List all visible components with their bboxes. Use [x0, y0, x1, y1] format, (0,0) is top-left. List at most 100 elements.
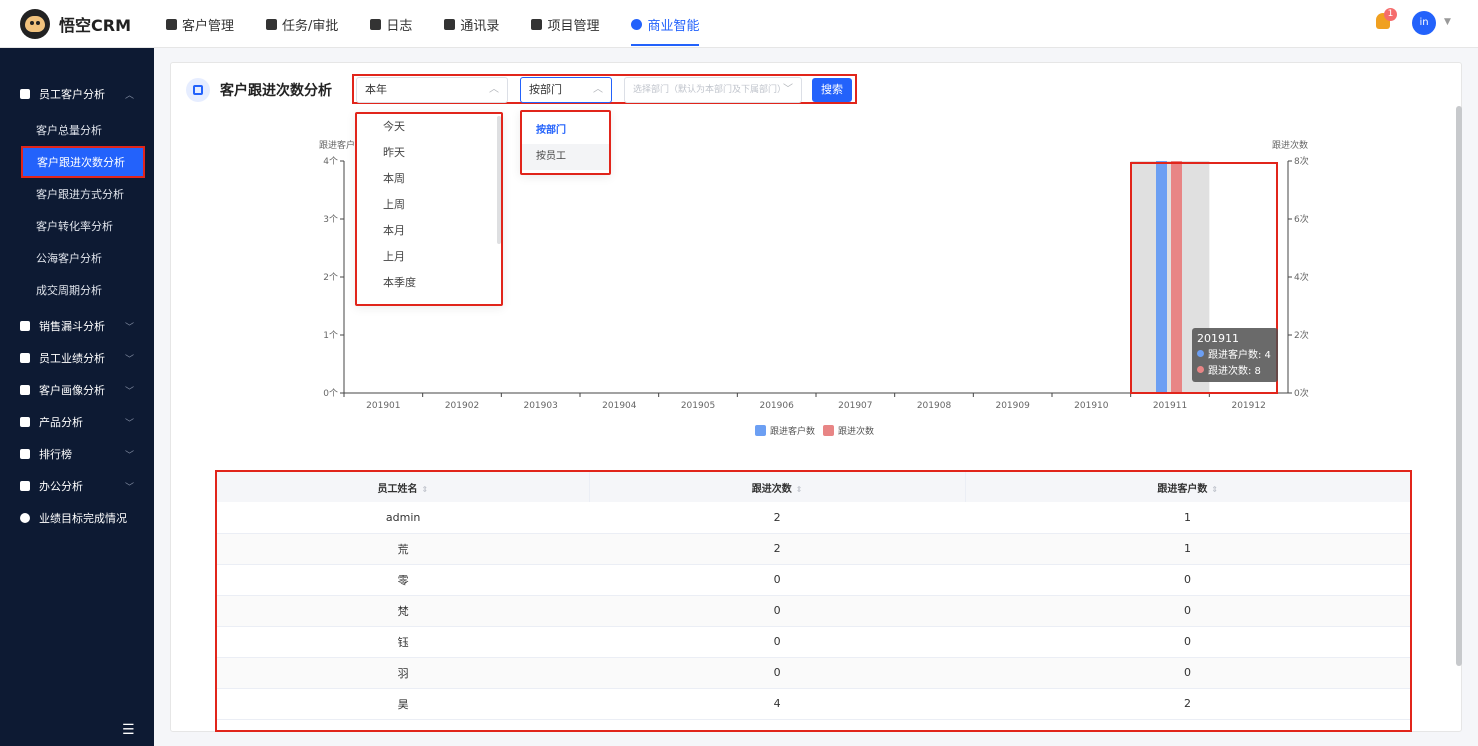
nav-business-intelligence[interactable]: 商业智能 [631, 0, 700, 48]
chevron-down-icon: ﹀ [124, 482, 134, 493]
department-select[interactable]: 选择部门（默认为本部门及下属部门） ﹀ [624, 77, 802, 103]
time-range-select[interactable]: 本年 ︿ [356, 77, 508, 103]
sidebar-group-label: 员工业绩分析 [39, 352, 105, 365]
time-option[interactable]: 昨天 [357, 140, 501, 166]
y-tick-label-right: 8次 [1294, 155, 1309, 167]
x-tick-label: 201902 [445, 401, 479, 411]
table-cell: 0 [589, 564, 966, 596]
chevron-down-icon: ﹀ [124, 418, 134, 429]
option-by-employee[interactable]: 按员工 [522, 144, 609, 170]
x-tick-label: 201909 [995, 401, 1030, 411]
scrollbar[interactable] [1456, 106, 1462, 666]
sidebar-item-customer-total[interactable]: 客户总量分析 [0, 114, 154, 146]
table-row[interactable]: 昊42 [217, 688, 1410, 720]
sidebar-group-product[interactable]: 产品分析 ﹀ [0, 406, 154, 438]
caret-down-icon[interactable]: ▼ [1444, 17, 1451, 27]
user-icon [20, 89, 30, 99]
sidebar-group-office[interactable]: 办公分析 ﹀ [0, 470, 154, 502]
time-option[interactable]: 今天 [357, 114, 501, 140]
x-tick-label: 201907 [838, 401, 872, 411]
tooltip-title: 201911 [1197, 332, 1239, 345]
nav-projects[interactable]: 项目管理 [531, 0, 599, 48]
chart-tooltip: 201911 跟进客户数: 4 跟进次数: 8 [1192, 328, 1278, 382]
table-row[interactable]: admin 2 1 [217, 502, 1410, 534]
sidebar-group-ranking[interactable]: 排行榜 ﹀ [0, 438, 154, 470]
table-row[interactable]: 零00 [217, 564, 1410, 596]
page-title: 客户跟进次数分析 [220, 83, 332, 99]
y-tick-label-left: 2个 [323, 272, 338, 283]
dropdown-scrollbar[interactable] [497, 116, 501, 244]
column-header-name[interactable]: 员工姓名 ⇕ [217, 472, 590, 502]
time-option[interactable]: 本月 [357, 218, 501, 244]
table-cell: 4 [589, 688, 966, 720]
legend-item-customers[interactable]: 跟进客户数 [755, 424, 815, 437]
sidebar-item-public-pool[interactable]: 公海客户分析 [0, 242, 154, 274]
avatar[interactable]: in [1412, 11, 1436, 35]
search-button[interactable]: 搜索 [812, 78, 852, 102]
sidebar-item-deal-cycle[interactable]: 成交周期分析 [0, 274, 154, 306]
table-cell: 0 [589, 595, 966, 627]
sort-icon[interactable]: ⇕ [422, 485, 429, 494]
legend-item-follow-count[interactable]: 跟进次数 [823, 424, 874, 437]
top-nav: 客户管理 任务/审批 日志 通讯录 项目管理 商业智能 [166, 0, 731, 48]
monkey-logo-icon [20, 9, 50, 39]
sidebar-item-conversion[interactable]: 客户转化率分析 [0, 210, 154, 242]
sidebar-group-employee-customer[interactable]: 员工客户分析 ︿ [0, 78, 154, 110]
sidebar-group-label: 业绩目标完成情况 [39, 512, 127, 525]
column-header-label: 员工姓名 [377, 483, 418, 495]
data-table: 员工姓名 ⇕ 跟进次数 ⇕ 跟进客户数 ⇕ admin 2 1 荒 2 1 零 0 0 梵 0 0 钰 0 0 羽 0… [217, 472, 1410, 720]
table-cell: 1 [965, 502, 1410, 534]
nav-label: 项目管理 [547, 18, 600, 34]
sidebar-item-follow-count[interactable]: 客户跟进次数分析 [21, 146, 145, 178]
table-row[interactable]: 钰00 [217, 626, 1410, 658]
table-row[interactable]: 荒21 [217, 533, 1410, 565]
y-tick-label-left: 0个 [323, 388, 338, 399]
column-header-follow-count[interactable]: 跟进次数 ⇕ [589, 472, 966, 502]
collapse-menu-icon[interactable]: ☰ [122, 722, 135, 738]
table-cell: admin [217, 502, 590, 534]
table-cell: 零 [217, 564, 590, 596]
box-icon [20, 417, 30, 427]
time-option[interactable]: 上周 [357, 192, 501, 218]
sort-icon[interactable]: ⇕ [796, 485, 803, 494]
list-icon [531, 18, 543, 30]
nav-log[interactable]: 日志 [370, 0, 412, 48]
sidebar-group-portrait[interactable]: 客户画像分析 ﹀ [0, 374, 154, 406]
group-type-select[interactable]: 按部门 ︿ [520, 77, 612, 103]
time-range-value: 本年 [365, 83, 387, 96]
red-dot-icon [1197, 366, 1204, 373]
chart-legend: 跟进客户数 跟进次数 [755, 424, 882, 437]
sidebar-group-goal[interactable]: 业绩目标完成情况 [0, 502, 154, 534]
sidebar-group-funnel[interactable]: 销售漏斗分析 ﹀ [0, 310, 154, 342]
table-cell: 梵 [217, 595, 590, 627]
time-option[interactable]: 上月 [357, 244, 501, 270]
table-cell: 0 [965, 626, 1410, 658]
briefcase-icon [266, 18, 278, 30]
data-table-container: 员工姓名 ⇕ 跟进次数 ⇕ 跟进客户数 ⇕ admin 2 1 荒 2 1 零 0 0 梵 0 0 钰 0 0 羽 0… [215, 470, 1412, 732]
table-cell: 0 [965, 657, 1410, 689]
column-header-customer-count[interactable]: 跟进客户数 ⇕ [965, 472, 1410, 502]
sort-icon[interactable]: ⇕ [1211, 485, 1218, 494]
sidebar-item-follow-method[interactable]: 客户跟进方式分析 [0, 178, 154, 210]
x-tick-label: 201903 [523, 401, 557, 411]
table-cell: 0 [589, 626, 966, 658]
nav-tasks-approval[interactable]: 任务/审批 [266, 0, 338, 48]
nav-contacts[interactable]: 通讯录 [444, 0, 499, 48]
sidebar-group-performance[interactable]: 员工业绩分析 ﹀ [0, 342, 154, 374]
option-by-department[interactable]: 按部门 [522, 118, 609, 144]
time-option[interactable]: 本周 [357, 166, 501, 192]
nav-customer-management[interactable]: 客户管理 [166, 0, 234, 48]
table-row[interactable]: 羽00 [217, 657, 1410, 689]
group-type-dropdown: 按部门 按员工 [520, 110, 611, 175]
table-cell: 荒 [217, 533, 590, 565]
nav-label: 通讯录 [460, 18, 500, 34]
app-logo[interactable]: 悟空CRM [20, 9, 131, 39]
x-tick-label: 201901 [366, 401, 400, 411]
tooltip-row-label: 跟进次数: 8 [1208, 366, 1261, 377]
table-row[interactable]: 梵00 [217, 595, 1410, 627]
nav-label: 任务/审批 [282, 18, 339, 34]
time-option[interactable]: 本季度 [357, 270, 501, 296]
chevron-down-icon: ﹀ [783, 84, 793, 95]
y-tick-label-right: 4次 [1294, 271, 1309, 283]
y-tick-label-left: 3个 [323, 214, 338, 225]
